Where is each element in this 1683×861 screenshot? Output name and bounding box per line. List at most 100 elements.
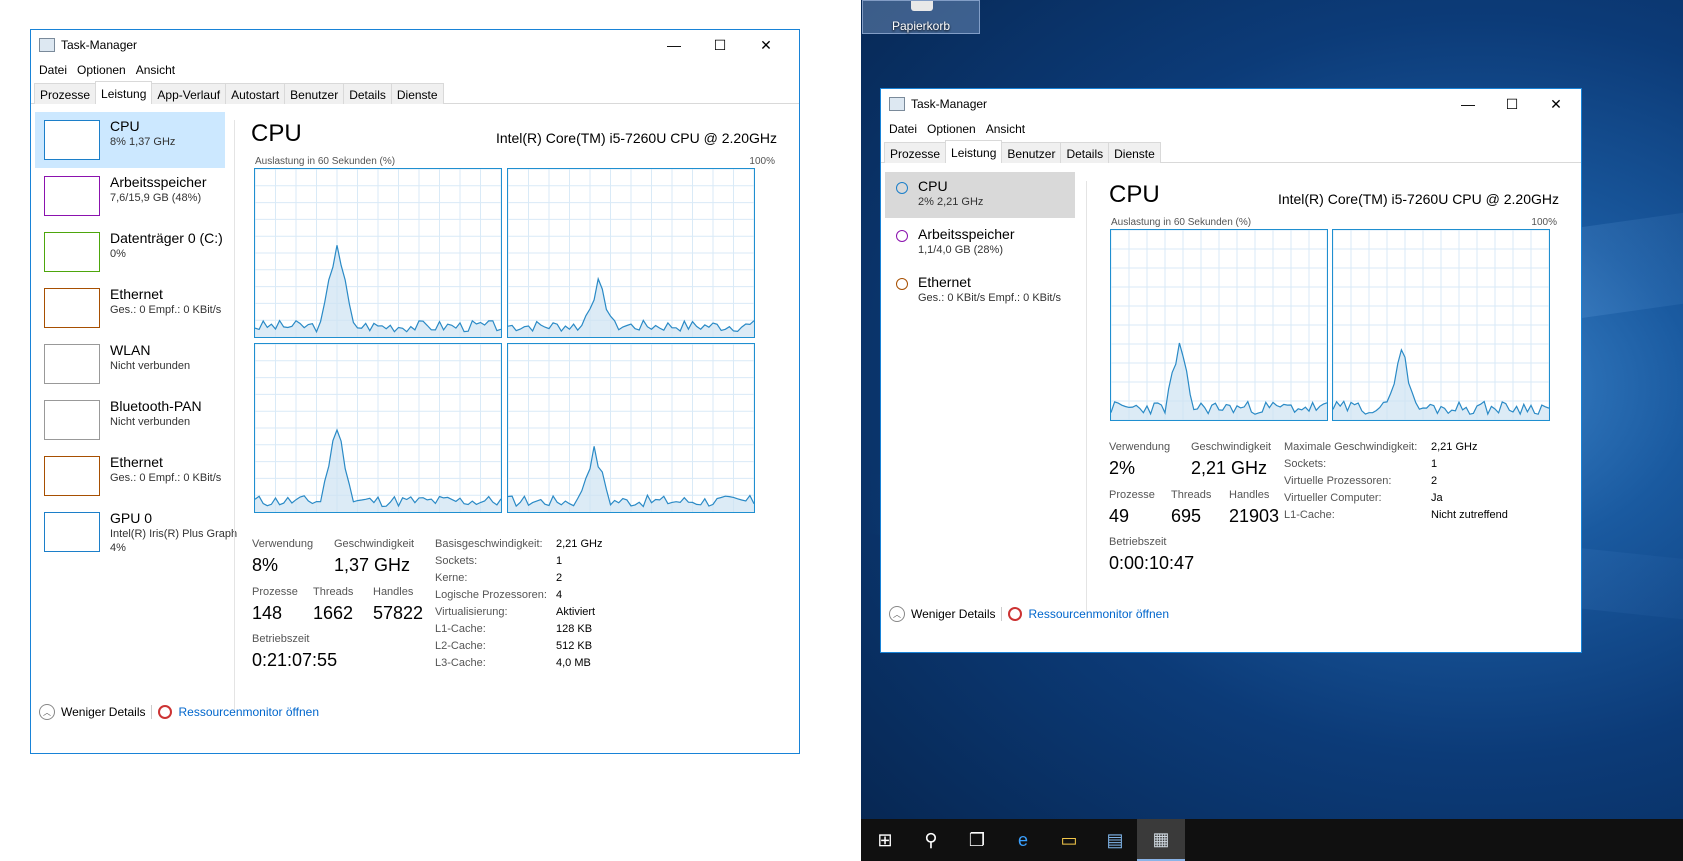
value-verwendung: 8% xyxy=(252,555,279,575)
maximize-button[interactable]: ☐ xyxy=(1489,89,1535,119)
sidebar-thumbnail-graph xyxy=(44,176,100,216)
label-betriebszeit: Betriebszeit xyxy=(1109,536,1167,548)
sidebar-item-subtitle: 7,6/15,9 GB (48%) xyxy=(110,192,202,204)
sidebar-item-wlan[interactable]: WLAN Nicht verbunden xyxy=(35,336,225,392)
label-handles: Handles xyxy=(1229,489,1270,501)
close-button[interactable]: ✕ xyxy=(1533,89,1579,119)
cpu-model-name: Intel(R) Core(TM) i5-7260U CPU @ 2.20GHz xyxy=(495,130,777,146)
fewer-details-link[interactable]: Weniger Details xyxy=(911,607,995,621)
label-betriebszeit: Betriebszeit xyxy=(252,633,310,645)
resource-monitor-link[interactable]: Ressourcenmonitor öffnen xyxy=(178,705,319,719)
chevron-up-icon[interactable]: ︿ xyxy=(889,606,905,622)
sidebar-item-cpu[interactable]: CPU 2% 2,21 GHz xyxy=(885,172,1075,218)
menu-optionen[interactable]: Optionen xyxy=(923,119,982,141)
detail-label: L1-Cache: xyxy=(435,623,486,635)
detail-label: L2-Cache: xyxy=(435,640,486,652)
cpu-model-name: Intel(R) Core(TM) i5-7260U CPU @ 2.20GHz xyxy=(1277,191,1559,207)
detail-label: Sockets: xyxy=(435,555,478,567)
server-manager-icon[interactable]: ▤ xyxy=(1091,819,1139,861)
sidebar-item-subtitle: 8% 1,37 GHz xyxy=(110,136,176,148)
detail-label: Logische Prozessoren: xyxy=(435,589,547,601)
minimize-button[interactable]: — xyxy=(651,30,697,60)
bin-graphic xyxy=(911,1,933,11)
tab-dienste[interactable]: Dienste xyxy=(1108,142,1161,163)
resource-monitor-link[interactable]: Ressourcenmonitor öffnen xyxy=(1028,607,1169,621)
task-manager-window-main: Task-Manager — ☐ ✕ Datei Optionen Ansich… xyxy=(30,29,800,754)
fewer-details-link[interactable]: Weniger Details xyxy=(61,705,145,719)
minimize-button[interactable]: — xyxy=(1445,89,1491,119)
sidebar-item-bluetooth-pan[interactable]: Bluetooth-PAN Nicht verbunden xyxy=(35,392,225,448)
title-bar[interactable]: Task-Manager — ☐ ✕ xyxy=(881,89,1581,119)
detail-value: 2,21 GHz xyxy=(556,538,603,550)
sidebar-item-title: CPU xyxy=(918,178,948,194)
sidebar-item-cpu[interactable]: CPU 8% 1,37 GHz xyxy=(35,112,225,168)
sidebar-thumbnail-graph xyxy=(44,400,100,440)
tab-prozesse[interactable]: Prozesse xyxy=(34,83,97,104)
label-geschwindigkeit: Geschwindigkeit xyxy=(1191,441,1272,453)
value-handles: 57822 xyxy=(373,603,424,623)
tab-benutzer[interactable]: Benutzer xyxy=(284,83,345,104)
task-manager-icon[interactable]: ▦ xyxy=(1137,819,1185,861)
tab-benutzer[interactable]: Benutzer xyxy=(1001,142,1062,163)
tab-leistung[interactable]: Leistung xyxy=(945,140,1003,163)
label-threads: Threads xyxy=(1171,489,1212,501)
sidebar-item-subtitle: Ges.: 0 KBit/s Empf.: 0 KBit/s xyxy=(918,292,1062,304)
tab-autostart[interactable]: Autostart xyxy=(225,83,286,104)
menu-bar: Datei Optionen Ansicht xyxy=(31,60,799,82)
label-verwendung: Verwendung xyxy=(252,538,314,550)
sidebar-item-arbeitsspeicher[interactable]: Arbeitsspeicher 1,1/4,0 GB (28%) xyxy=(885,220,1075,266)
tab-details[interactable]: Details xyxy=(343,83,392,104)
menu-ansicht[interactable]: Ansicht xyxy=(982,119,1031,141)
label-handles: Handles xyxy=(373,586,414,598)
page-title: CPU xyxy=(251,120,302,147)
detail-label: Maximale Geschwindigkeit: xyxy=(1284,441,1418,453)
tab-dienste[interactable]: Dienste xyxy=(390,83,444,104)
cpu-core-graph-1 xyxy=(1332,229,1550,421)
sidebar-item-subtitle: 2% 2,21 GHz xyxy=(918,196,984,208)
detail-value: Aktiviert xyxy=(556,606,596,618)
graph-max-label: 100% xyxy=(1531,217,1557,228)
task-manager-window-vm: Task-Manager — ☐ ✕ Datei Optionen Ansich… xyxy=(880,88,1582,653)
value-threads: 1662 xyxy=(313,603,354,623)
close-button[interactable]: ✕ xyxy=(743,30,789,60)
value-betriebszeit: 0:21:07:55 xyxy=(252,650,338,670)
label-verwendung: Verwendung xyxy=(1109,441,1171,453)
edge-icon[interactable]: e xyxy=(999,819,1047,861)
tab-app-verlauf[interactable]: App-Verlauf xyxy=(151,83,227,104)
value-handles: 21903 xyxy=(1229,506,1280,526)
sidebar-item-subtitle: Ges.: 0 Empf.: 0 KBit/s xyxy=(110,304,222,316)
value-verwendung: 2% xyxy=(1109,458,1136,478)
explorer-icon[interactable]: ▭ xyxy=(1045,819,1093,861)
chevron-up-icon[interactable]: ︿ xyxy=(39,704,55,720)
sidebar-item-gpu-0[interactable]: GPU 0 Intel(R) Iris(R) Plus Graph 4% xyxy=(35,504,237,560)
sidebar-item-arbeitsspeicher[interactable]: Arbeitsspeicher 7,6/15,9 GB (48%) xyxy=(35,168,225,224)
tab-prozesse[interactable]: Prozesse xyxy=(884,142,947,163)
detail-value: 2 xyxy=(1431,475,1438,487)
menu-optionen[interactable]: Optionen xyxy=(73,60,132,82)
recycle-bin-icon[interactable]: Papierkorb xyxy=(862,0,980,34)
cpu-core-graph-2 xyxy=(254,343,502,513)
sidebar-item-datentr-ger-0-c-[interactable]: Datenträger 0 (C:) 0% xyxy=(35,224,225,280)
label-prozesse: Prozesse xyxy=(252,586,298,598)
recycle-bin-label: Papierkorb xyxy=(891,19,951,33)
cpu-core-graph-3 xyxy=(507,343,755,513)
menu-datei[interactable]: Datei xyxy=(885,119,923,141)
sidebar-item-title: Ethernet xyxy=(110,454,163,470)
sidebar-circle-icon xyxy=(896,182,908,194)
menu-datei[interactable]: Datei xyxy=(35,60,73,82)
sidebar-item-ethernet[interactable]: Ethernet Ges.: 0 KBit/s Empf.: 0 KBit/s xyxy=(885,268,1075,314)
title-bar[interactable]: Task-Manager — ☐ ✕ xyxy=(31,30,799,60)
tab-details[interactable]: Details xyxy=(1060,142,1110,163)
detail-value: 128 KB xyxy=(556,623,593,635)
maximize-button[interactable]: ☐ xyxy=(697,30,743,60)
tab-leistung[interactable]: Leistung xyxy=(95,81,153,104)
resource-monitor-icon xyxy=(158,705,173,719)
cpu-core-graph-0 xyxy=(254,168,502,338)
sidebar-item-subtitle-2: 4% xyxy=(110,542,126,554)
menu-ansicht[interactable]: Ansicht xyxy=(132,60,181,82)
start-icon[interactable]: ⊞ xyxy=(861,819,909,861)
search-icon[interactable]: ⚲ xyxy=(907,819,955,861)
sidebar-item-ethernet[interactable]: Ethernet Ges.: 0 Empf.: 0 KBit/s xyxy=(35,280,225,336)
sidebar-item-ethernet[interactable]: Ethernet Ges.: 0 Empf.: 0 KBit/s xyxy=(35,448,225,504)
task-view-icon[interactable]: ❐ xyxy=(953,819,1001,861)
